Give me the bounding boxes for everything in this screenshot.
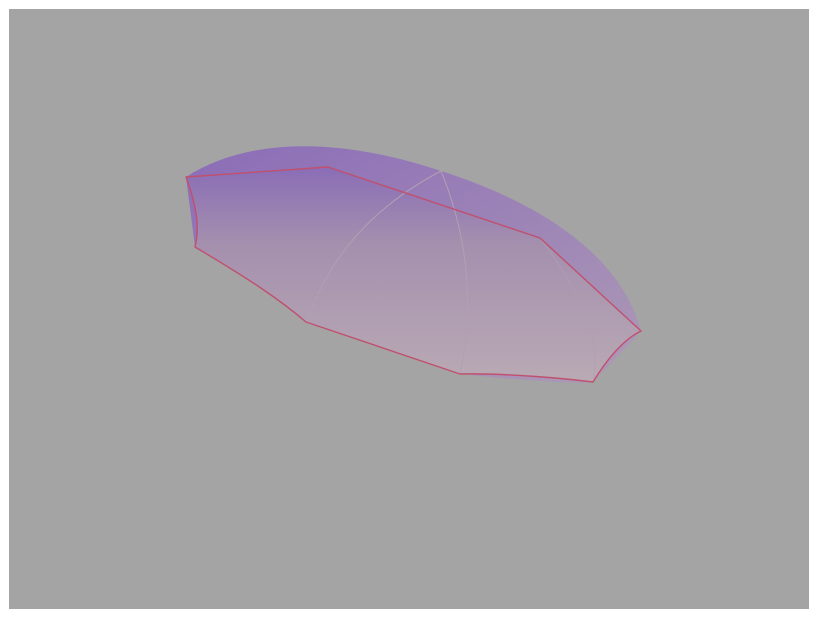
canopy-render xyxy=(185,146,642,383)
canopy-front-surface xyxy=(186,167,641,382)
3d-viewport[interactable] xyxy=(9,9,809,609)
